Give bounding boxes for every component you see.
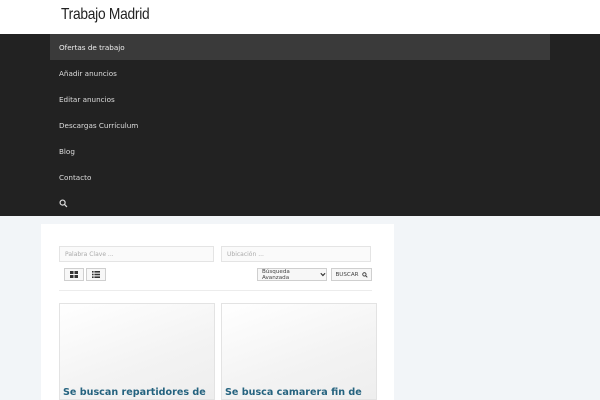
nav-item-anadir[interactable]: Añadir anuncios bbox=[50, 60, 550, 86]
advanced-search-button[interactable]: Búsqueda Avanzada bbox=[257, 268, 327, 281]
nav-item-blog[interactable]: Blog bbox=[50, 138, 550, 164]
site-title[interactable]: Trabajo Madrid bbox=[61, 6, 150, 24]
list-view-icon bbox=[92, 271, 100, 278]
job-card[interactable]: Se busca camarera fin de bbox=[221, 303, 377, 400]
search-icon bbox=[361, 271, 368, 278]
grid-view-button[interactable] bbox=[64, 268, 84, 281]
main-navigation: Ofertas de trabajo Añadir anuncios Edita… bbox=[0, 34, 600, 216]
advanced-search-label: Búsqueda Avanzada bbox=[262, 268, 290, 281]
location-input[interactable]: Ubicación ... bbox=[221, 246, 371, 262]
job-card[interactable]: Se buscan repartidores de bbox=[59, 303, 215, 400]
search-submit-button[interactable]: BUSCAR bbox=[331, 268, 372, 281]
nav-item-descargas[interactable]: Descargas Currículum bbox=[50, 112, 550, 138]
keyword-input[interactable]: Palabra Clave ... bbox=[59, 246, 214, 262]
nav-item-contacto[interactable]: Contacto bbox=[50, 164, 550, 190]
nav-search-button[interactable] bbox=[50, 190, 550, 216]
nav-menu: Ofertas de trabajo Añadir anuncios Edita… bbox=[50, 34, 550, 216]
search-submit-label: BUSCAR bbox=[335, 271, 359, 278]
nav-item-ofertas[interactable]: Ofertas de trabajo bbox=[50, 34, 550, 60]
nav-item-editar[interactable]: Editar anuncios bbox=[50, 86, 550, 112]
search-icon bbox=[59, 198, 68, 207]
grid-view-icon bbox=[70, 271, 78, 278]
chevron-down-icon bbox=[320, 272, 326, 277]
job-card-title[interactable]: Se busca camarera fin de bbox=[225, 387, 375, 398]
list-view-button[interactable] bbox=[86, 268, 106, 281]
site-header: Trabajo Madrid bbox=[0, 0, 600, 34]
divider bbox=[59, 290, 372, 291]
job-card-title[interactable]: Se buscan repartidores de bbox=[63, 387, 213, 398]
